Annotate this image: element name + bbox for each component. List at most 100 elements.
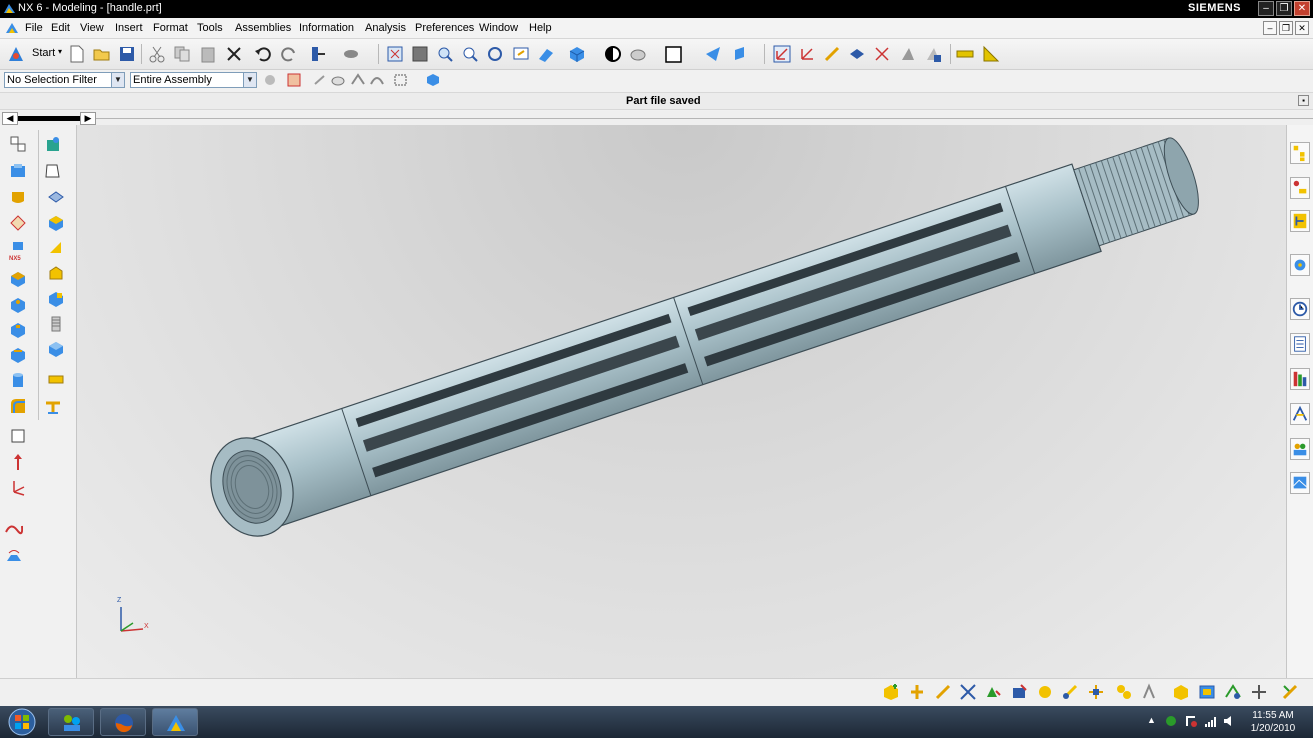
- mirror-icon[interactable]: [44, 397, 62, 415]
- pocket-icon[interactable]: [9, 321, 27, 339]
- menu-file[interactable]: File: [25, 22, 43, 34]
- check-clearance-icon[interactable]: [1061, 683, 1079, 701]
- edge-blend-icon[interactable]: [9, 397, 27, 415]
- draft-icon[interactable]: [47, 265, 65, 283]
- shell-icon[interactable]: [47, 214, 65, 232]
- clone-assembly-icon[interactable]: [1172, 683, 1190, 701]
- sketch-plane-icon[interactable]: [44, 162, 62, 180]
- datum-axis-icon[interactable]: [9, 453, 27, 471]
- open-icon[interactable]: [93, 45, 111, 63]
- new-icon[interactable]: [68, 45, 86, 63]
- pattern-icon[interactable]: [47, 290, 65, 308]
- wcs-origin-icon[interactable]: [798, 45, 816, 63]
- mirror-assembly-icon[interactable]: [1036, 683, 1054, 701]
- wcs-save-icon[interactable]: [924, 45, 942, 63]
- select-body-icon[interactable]: [350, 72, 366, 88]
- menu-window[interactable]: Window: [479, 22, 518, 34]
- exploded-view-icon[interactable]: [1087, 683, 1105, 701]
- shape-studio-icon[interactable]: [44, 135, 62, 153]
- windows-start-button[interactable]: [4, 707, 40, 737]
- start-button[interactable]: Start ▾: [4, 44, 64, 64]
- revolve-icon[interactable]: [9, 188, 27, 206]
- show-constraints-icon[interactable]: [984, 683, 1002, 701]
- snap-view-icon[interactable]: [704, 45, 722, 63]
- new-component-icon[interactable]: [908, 683, 926, 701]
- system-clock[interactable]: 11:55 AM 1/20/2010: [1238, 709, 1308, 735]
- taskbar-nx-button[interactable]: [152, 708, 198, 736]
- doc-close-button[interactable]: ✕: [1295, 21, 1309, 35]
- constraint-navigator-icon[interactable]: [1290, 177, 1310, 199]
- select-edge-icon[interactable]: [312, 72, 328, 88]
- command-finder-icon[interactable]: [309, 45, 327, 63]
- zoom-in-out-icon[interactable]: [461, 45, 479, 63]
- minimize-button[interactable]: –: [1258, 1, 1274, 16]
- handle-model[interactable]: [77, 125, 1286, 678]
- trim-body-icon[interactable]: [47, 239, 65, 257]
- delete-icon[interactable]: [225, 45, 243, 63]
- assembly-navigator-icon[interactable]: [1290, 142, 1310, 164]
- action-center-icon[interactable]: [1184, 714, 1198, 728]
- fit-icon[interactable]: [386, 45, 404, 63]
- zoom-icon[interactable]: [411, 45, 429, 63]
- doc-restore-button[interactable]: ❐: [1279, 21, 1293, 35]
- section-icon[interactable]: [732, 45, 750, 63]
- tray-app-icon[interactable]: [1164, 714, 1178, 728]
- remember-constraints-icon[interactable]: [1010, 683, 1028, 701]
- unite-icon[interactable]: [47, 340, 65, 358]
- datum-csys-icon[interactable]: [9, 479, 27, 497]
- palette-icon[interactable]: [1290, 472, 1310, 494]
- view-style-icon[interactable]: [664, 45, 682, 63]
- orient-view-icon[interactable]: [568, 45, 586, 63]
- menu-format[interactable]: Format: [153, 22, 188, 34]
- chamfer-icon[interactable]: [47, 370, 65, 388]
- selection-scope-select[interactable]: Entire Assembly ▼: [130, 72, 257, 88]
- visualization-icon[interactable]: [1290, 368, 1310, 390]
- perspective-icon[interactable]: [537, 45, 555, 63]
- rectangle-icon[interactable]: [9, 427, 27, 445]
- thread-icon[interactable]: [47, 315, 65, 333]
- network-signal-icon[interactable]: [1204, 714, 1218, 728]
- history-icon[interactable]: [1290, 298, 1310, 320]
- menu-edit[interactable]: Edit: [51, 22, 70, 34]
- background-icon[interactable]: [629, 45, 647, 63]
- menu-view[interactable]: View: [80, 22, 104, 34]
- menu-preferences[interactable]: Preferences: [415, 22, 474, 34]
- measure-distance-icon[interactable]: [956, 45, 974, 63]
- copy-icon[interactable]: [173, 45, 191, 63]
- show-hidden-icons-icon[interactable]: ▲: [1147, 715, 1156, 725]
- sequence-icon[interactable]: [1115, 683, 1133, 701]
- wcs-dynamics-icon[interactable]: [823, 45, 841, 63]
- select-curve-icon[interactable]: [369, 72, 385, 88]
- cut-icon[interactable]: [148, 45, 166, 63]
- tab-scroll-thumb[interactable]: [18, 116, 80, 121]
- redo-icon[interactable]: [280, 45, 298, 63]
- menu-assemblies[interactable]: Assemblies: [235, 22, 291, 34]
- pan-icon[interactable]: [512, 45, 530, 63]
- scroll-left-button[interactable]: ◀: [2, 112, 18, 125]
- project-curve-icon[interactable]: [5, 547, 23, 565]
- roles-icon[interactable]: [1290, 438, 1310, 460]
- general-selection-icon[interactable]: [262, 72, 278, 88]
- add-component-icon[interactable]: [882, 683, 900, 701]
- system-materials-icon[interactable]: [1290, 403, 1310, 425]
- close-button[interactable]: ✕: [1294, 1, 1310, 16]
- solid-body-icon[interactable]: [425, 72, 441, 88]
- sketch-icon[interactable]: [9, 135, 27, 153]
- restore-button[interactable]: ❐: [1276, 1, 1292, 16]
- menu-help[interactable]: Help: [529, 22, 552, 34]
- offset-face-icon[interactable]: [47, 188, 65, 206]
- zoom-window-icon[interactable]: [436, 45, 454, 63]
- datum-plane-icon[interactable]: [9, 214, 27, 232]
- status-options-icon[interactable]: ▪: [1298, 95, 1309, 106]
- wcs-set-icon[interactable]: [899, 45, 917, 63]
- undo-icon[interactable]: [254, 45, 272, 63]
- assembly-constraints-icon[interactable]: [959, 683, 977, 701]
- assembly-options-icon[interactable]: [1281, 683, 1299, 701]
- pad-icon[interactable]: [9, 346, 27, 364]
- part-navigator-icon[interactable]: [1290, 210, 1310, 232]
- measure-angle-icon[interactable]: [982, 45, 1000, 63]
- zone-icon[interactable]: [1198, 683, 1216, 701]
- wave-geometry-icon[interactable]: [1141, 683, 1159, 701]
- save-icon[interactable]: [118, 45, 136, 63]
- web-browser-icon[interactable]: [1290, 254, 1310, 276]
